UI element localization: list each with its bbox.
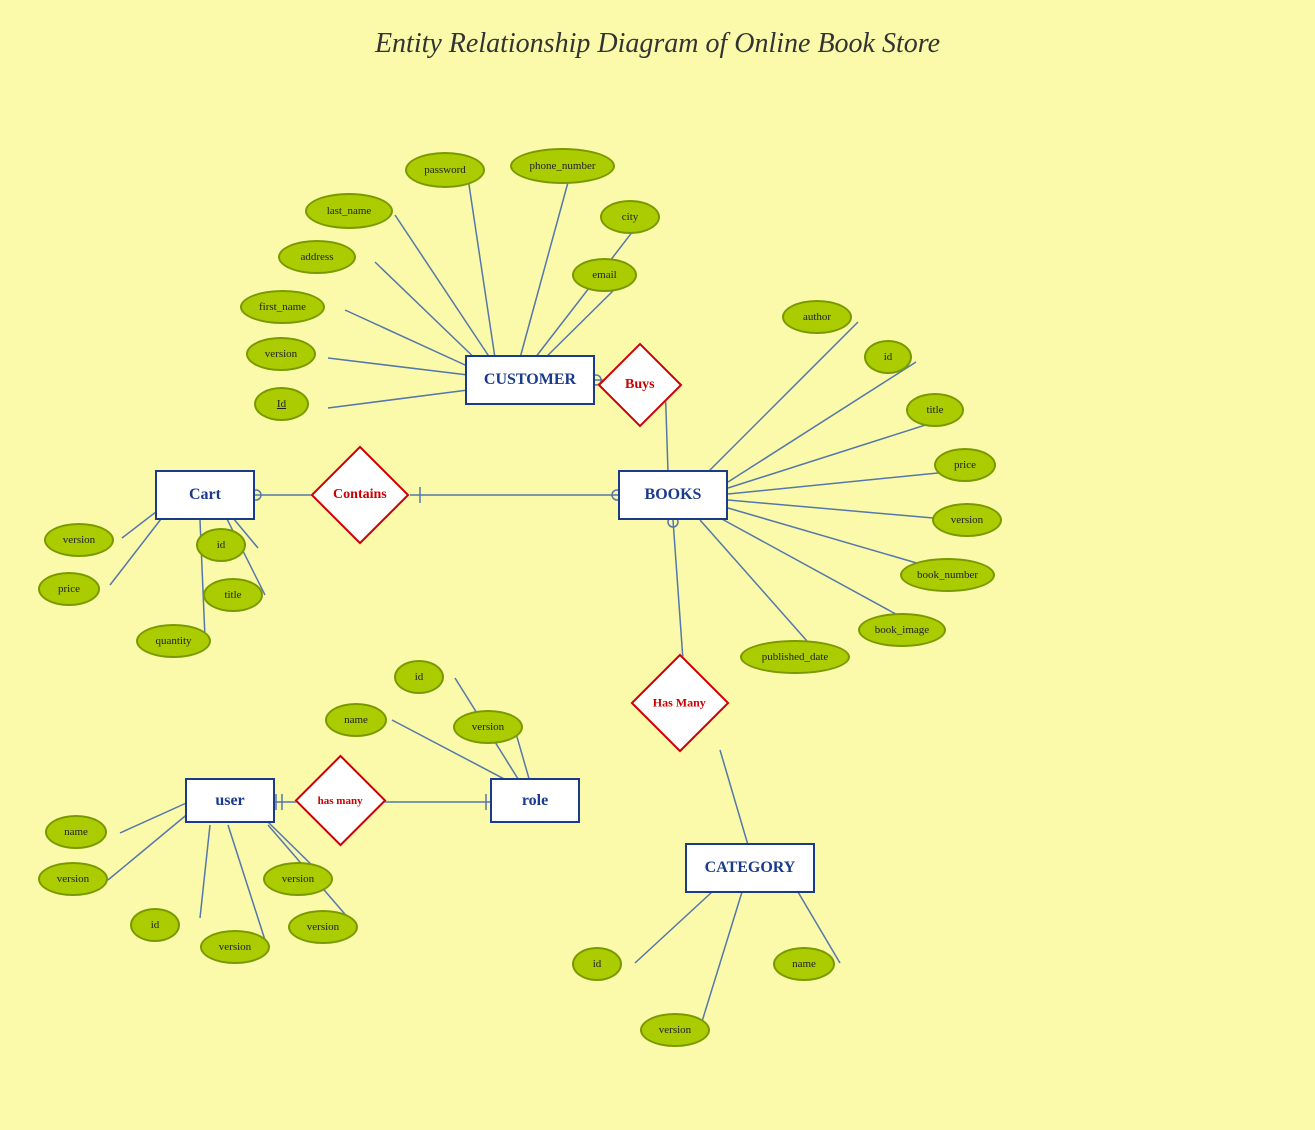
attr-books-pubdate: published_date bbox=[740, 640, 850, 674]
diagram-title: Entity Relationship Diagram of Online Bo… bbox=[0, 28, 1315, 60]
attr-user-version: version bbox=[38, 862, 108, 896]
attr-role-name: name bbox=[325, 703, 387, 737]
attr-books-booknumber: book_number bbox=[900, 558, 995, 592]
attr-role-version: version bbox=[453, 710, 523, 744]
attr-books-version: version bbox=[932, 503, 1002, 537]
entity-cart[interactable]: Cart bbox=[155, 470, 255, 520]
er-diagram-canvas: Entity Relationship Diagram of Online Bo… bbox=[0, 0, 1315, 1130]
entity-user[interactable]: user bbox=[185, 778, 275, 823]
attr-cust-phone: phone_number bbox=[510, 148, 615, 184]
relation-contains: Contains bbox=[311, 446, 410, 545]
attr-cat-name: name bbox=[773, 947, 835, 981]
attr-user-name: name bbox=[45, 815, 107, 849]
attr-cust-version: version bbox=[246, 337, 316, 371]
entity-category[interactable]: CATEGORY bbox=[685, 843, 815, 893]
attr-cart-quantity: quantity bbox=[136, 624, 211, 658]
entity-customer[interactable]: CUSTOMER bbox=[465, 355, 595, 405]
entity-books[interactable]: BOOKS bbox=[618, 470, 728, 520]
attr-books-author: author bbox=[782, 300, 852, 334]
attr-cart-price: price bbox=[38, 572, 100, 606]
attr-cart-title: title bbox=[203, 578, 263, 612]
attr-books-title: title bbox=[906, 393, 964, 427]
attr-cart-id: id bbox=[196, 528, 246, 562]
attr-cust-address: address bbox=[278, 240, 356, 274]
relation-buys: Buys bbox=[598, 343, 683, 428]
entity-role[interactable]: role bbox=[490, 778, 580, 823]
attr-cart-version: version bbox=[44, 523, 114, 557]
attr-user-version2: version bbox=[200, 930, 270, 964]
relation-hasmany: Has Many bbox=[631, 654, 730, 753]
attr-books-bookimage: book_image bbox=[858, 613, 946, 647]
attr-books-id: id bbox=[864, 340, 912, 374]
attr-user-version4: version bbox=[288, 910, 358, 944]
attr-cat-version: version bbox=[640, 1013, 710, 1047]
attr-cust-email: email bbox=[572, 258, 637, 292]
attr-role-id: id bbox=[394, 660, 444, 694]
attr-cust-id: Id bbox=[254, 387, 309, 421]
connection-lines bbox=[0, 0, 1315, 1130]
attr-cat-id: id bbox=[572, 947, 622, 981]
attr-user-id: id bbox=[130, 908, 180, 942]
attr-cust-firstname: first_name bbox=[240, 290, 325, 324]
attr-books-price: price bbox=[934, 448, 996, 482]
attr-cust-lastname: last_name bbox=[305, 193, 393, 229]
relation-hasmany2: has many bbox=[295, 755, 387, 847]
attr-user-version3: version bbox=[263, 862, 333, 896]
attr-cust-password: password bbox=[405, 152, 485, 188]
attr-cust-city: city bbox=[600, 200, 660, 234]
